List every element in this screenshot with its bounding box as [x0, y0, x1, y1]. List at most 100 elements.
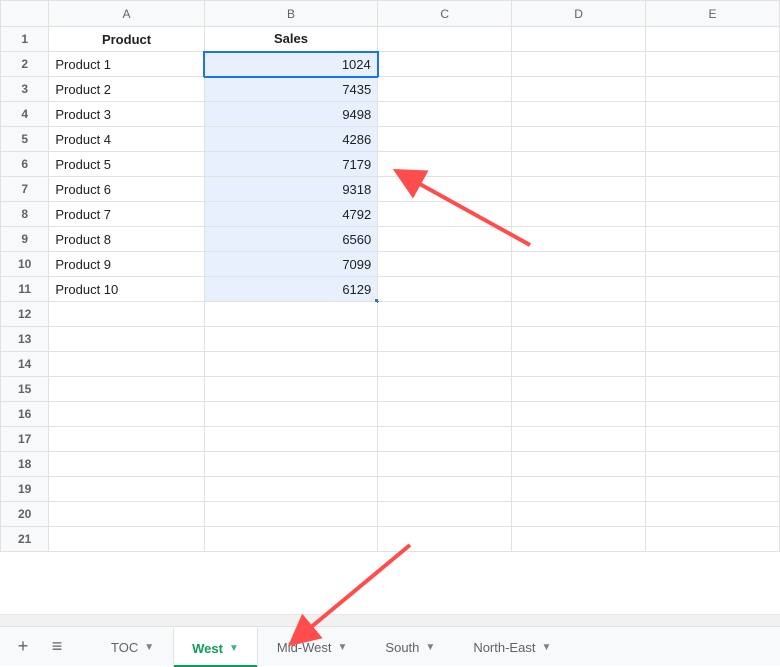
- cell-A11[interactable]: Product 10: [49, 277, 204, 302]
- cell-A16[interactable]: [49, 402, 204, 427]
- row-header-15[interactable]: 15: [1, 377, 49, 402]
- cell-B19[interactable]: [204, 477, 378, 502]
- cell-D13[interactable]: [512, 327, 646, 352]
- cell-D18[interactable]: [512, 452, 646, 477]
- spreadsheet-grid[interactable]: ABCDE1ProductSales2Product 110243Product…: [0, 0, 780, 626]
- cell-D12[interactable]: [512, 302, 646, 327]
- cell-A9[interactable]: Product 8: [49, 227, 204, 252]
- chevron-down-icon[interactable]: ▼: [144, 642, 154, 653]
- cell-C1[interactable]: [378, 27, 512, 52]
- row-header-20[interactable]: 20: [1, 502, 49, 527]
- cell-E7[interactable]: [646, 177, 780, 202]
- cell-D1[interactable]: [512, 27, 646, 52]
- cell-A4[interactable]: Product 3: [49, 102, 204, 127]
- cell-B12[interactable]: [204, 302, 378, 327]
- cell-E2[interactable]: [646, 52, 780, 77]
- cell-E3[interactable]: [646, 77, 780, 102]
- row-header-9[interactable]: 9: [1, 227, 49, 252]
- chevron-down-icon[interactable]: ▼: [425, 642, 435, 653]
- cell-A20[interactable]: [49, 502, 204, 527]
- cell-C9[interactable]: [378, 227, 512, 252]
- row-header-6[interactable]: 6: [1, 152, 49, 177]
- cell-E5[interactable]: [646, 127, 780, 152]
- cell-A15[interactable]: [49, 377, 204, 402]
- cell-C20[interactable]: [378, 502, 512, 527]
- cell-C6[interactable]: [378, 152, 512, 177]
- cell-D14[interactable]: [512, 352, 646, 377]
- sheet-tab-north-east[interactable]: North-East▼: [454, 627, 570, 667]
- cell-E9[interactable]: [646, 227, 780, 252]
- cell-C14[interactable]: [378, 352, 512, 377]
- cell-A5[interactable]: Product 4: [49, 127, 204, 152]
- select-all-corner[interactable]: [1, 1, 49, 27]
- cell-B16[interactable]: [204, 402, 378, 427]
- cell-A14[interactable]: [49, 352, 204, 377]
- column-header-B[interactable]: B: [204, 1, 378, 27]
- cell-E20[interactable]: [646, 502, 780, 527]
- cell-E15[interactable]: [646, 377, 780, 402]
- cell-E19[interactable]: [646, 477, 780, 502]
- cell-D11[interactable]: [512, 277, 646, 302]
- sheet-tab-toc[interactable]: TOC▼: [92, 627, 173, 667]
- cell-B5[interactable]: 4286: [204, 127, 378, 152]
- cell-B15[interactable]: [204, 377, 378, 402]
- cell-E14[interactable]: [646, 352, 780, 377]
- cell-C2[interactable]: [378, 52, 512, 77]
- cell-E12[interactable]: [646, 302, 780, 327]
- cell-A17[interactable]: [49, 427, 204, 452]
- cell-D21[interactable]: [512, 527, 646, 552]
- cell-D6[interactable]: [512, 152, 646, 177]
- cell-A3[interactable]: Product 2: [49, 77, 204, 102]
- cell-C16[interactable]: [378, 402, 512, 427]
- cell-D4[interactable]: [512, 102, 646, 127]
- cell-C8[interactable]: [378, 202, 512, 227]
- cell-B4[interactable]: 9498: [204, 102, 378, 127]
- cell-E4[interactable]: [646, 102, 780, 127]
- add-sheet-button[interactable]: +: [6, 630, 40, 664]
- all-sheets-button[interactable]: ≡: [40, 630, 74, 664]
- cell-A21[interactable]: [49, 527, 204, 552]
- cell-C5[interactable]: [378, 127, 512, 152]
- cell-B11[interactable]: 6129: [204, 277, 378, 302]
- cell-A7[interactable]: Product 6: [49, 177, 204, 202]
- cell-D3[interactable]: [512, 77, 646, 102]
- cell-C19[interactable]: [378, 477, 512, 502]
- row-header-5[interactable]: 5: [1, 127, 49, 152]
- cell-D15[interactable]: [512, 377, 646, 402]
- cell-D9[interactable]: [512, 227, 646, 252]
- cell-C11[interactable]: [378, 277, 512, 302]
- cell-B2[interactable]: 1024: [204, 52, 378, 77]
- cell-D17[interactable]: [512, 427, 646, 452]
- sheet-tab-west[interactable]: West▼: [173, 627, 258, 667]
- sheet-tab-south[interactable]: South▼: [366, 627, 454, 667]
- cell-A12[interactable]: [49, 302, 204, 327]
- cell-D7[interactable]: [512, 177, 646, 202]
- cell-C12[interactable]: [378, 302, 512, 327]
- cell-A2[interactable]: Product 1: [49, 52, 204, 77]
- row-header-10[interactable]: 10: [1, 252, 49, 277]
- cell-E18[interactable]: [646, 452, 780, 477]
- cell-B1[interactable]: Sales: [204, 27, 378, 52]
- cell-B6[interactable]: 7179: [204, 152, 378, 177]
- row-header-14[interactable]: 14: [1, 352, 49, 377]
- row-header-21[interactable]: 21: [1, 527, 49, 552]
- cell-A19[interactable]: [49, 477, 204, 502]
- cell-A6[interactable]: Product 5: [49, 152, 204, 177]
- cell-C21[interactable]: [378, 527, 512, 552]
- cell-B9[interactable]: 6560: [204, 227, 378, 252]
- row-header-1[interactable]: 1: [1, 27, 49, 52]
- sheet-tab-mid-west[interactable]: Mid-West▼: [258, 627, 367, 667]
- cell-E21[interactable]: [646, 527, 780, 552]
- cell-D8[interactable]: [512, 202, 646, 227]
- cell-B20[interactable]: [204, 502, 378, 527]
- cell-E13[interactable]: [646, 327, 780, 352]
- cell-B7[interactable]: 9318: [204, 177, 378, 202]
- cell-B13[interactable]: [204, 327, 378, 352]
- row-header-18[interactable]: 18: [1, 452, 49, 477]
- column-header-E[interactable]: E: [646, 1, 780, 27]
- cell-A18[interactable]: [49, 452, 204, 477]
- cell-B14[interactable]: [204, 352, 378, 377]
- cell-E6[interactable]: [646, 152, 780, 177]
- column-header-D[interactable]: D: [512, 1, 646, 27]
- cell-C17[interactable]: [378, 427, 512, 452]
